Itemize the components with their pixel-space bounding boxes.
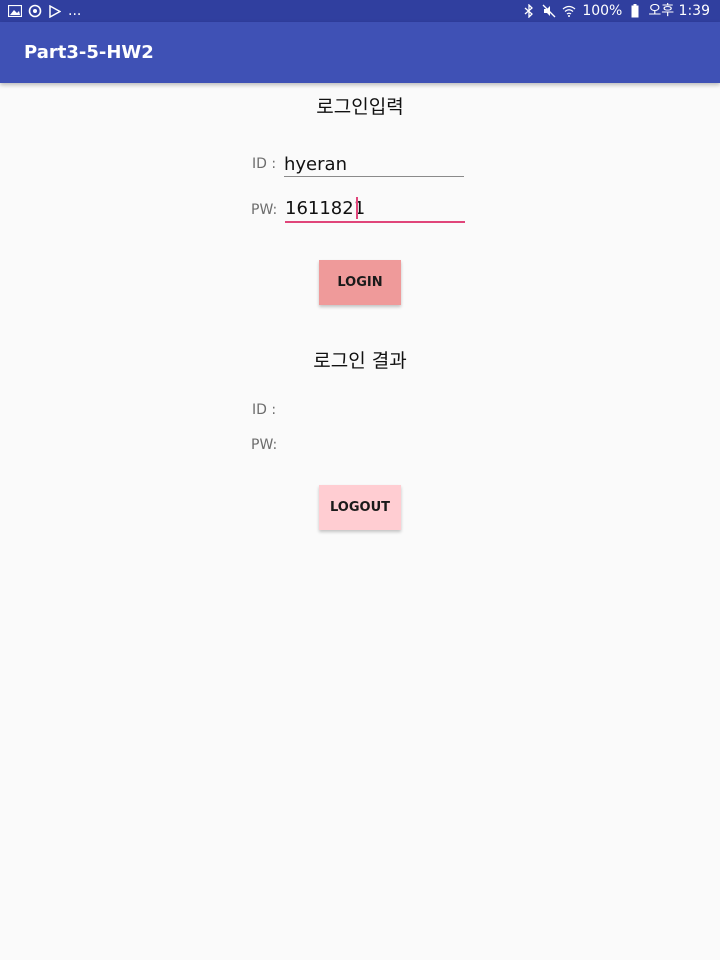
app-bar: Part3-5-HW2 [0,22,720,83]
login-input-title: 로그인입력 [316,96,404,118]
pw-input-underline [285,221,465,223]
id-input-underline [284,176,464,177]
sync-icon [28,4,42,18]
app-title: Part3-5-HW2 [24,42,154,63]
result-pw-label: PW: [251,437,278,453]
status-bar-left: ... [8,0,81,22]
wifi-icon [562,4,576,18]
result-id-label: ID : [252,402,277,418]
status-bar: ... 100% 오후 1:39 [0,0,720,22]
image-icon [8,4,22,18]
clock: 오후 1:39 [648,3,710,19]
more-notifications: ... [68,3,82,19]
status-bar-right: 100% 오후 1:39 [522,0,710,22]
login-result-title: 로그인 결과 [313,350,407,372]
battery-percent: 100% [582,3,623,19]
id-label: ID : [252,156,277,172]
battery-icon [628,4,642,18]
login-button[interactable]: LOGIN [319,260,401,305]
pw-input[interactable] [285,191,465,225]
mute-icon [542,4,556,18]
play-store-icon [48,4,62,18]
pw-label: PW: [251,202,278,218]
text-cursor [356,197,358,219]
logout-button[interactable]: LOGOUT [319,485,401,530]
bluetooth-icon [522,4,536,18]
